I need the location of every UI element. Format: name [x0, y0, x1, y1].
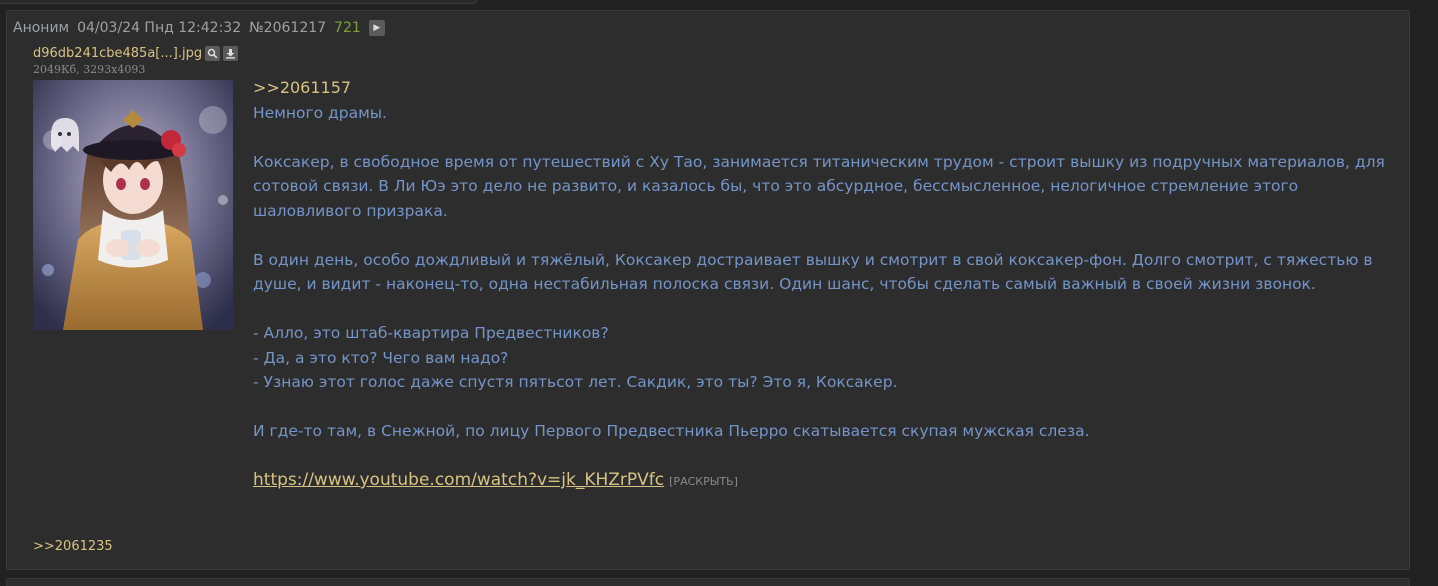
backlinks: >>2061235 — [33, 539, 113, 554]
post-text-line: И где-то там, в Снежной, по лицу Первого… — [253, 422, 1090, 440]
page: Аноним 04/03/24 Пнд 12:42:32 №2061217 72… — [0, 0, 1438, 586]
post-date: 04/03/24 Пнд 12:42:32 — [77, 20, 242, 36]
url-line: https://www.youtube.com/watch?v=jk_KHZrP… — [253, 468, 1393, 495]
post-text-line: - Да, а это кто? Чего вам надо? — [253, 348, 509, 367]
search-icon[interactable] — [205, 45, 221, 61]
post-thumbnail-image[interactable] — [33, 80, 233, 330]
expand-button[interactable]: [РАСКРЫТЬ] — [669, 475, 738, 488]
post: Аноним 04/03/24 Пнд 12:42:32 №2061217 72… — [6, 10, 1410, 570]
download-icon[interactable] — [223, 45, 239, 61]
file-meta: 2049Кб, 3293x4093 — [33, 63, 146, 76]
poster-name: Аноним — [13, 20, 70, 36]
next-post-edge — [6, 578, 1410, 586]
post-text-line: - Узнаю этот голос даже спустя пятьсот л… — [253, 373, 898, 391]
post-body: >>2061157 Немного драмы. Коксакер, в сво… — [253, 76, 1393, 495]
post-header: Аноним 04/03/24 Пнд 12:42:32 №2061217 72… — [13, 17, 385, 39]
backlink[interactable]: >>2061235 — [33, 539, 113, 554]
previous-post-edge — [0, 0, 477, 4]
youtube-link[interactable]: https://www.youtube.com/watch?v=jk_KHZrP… — [253, 470, 664, 490]
file-name-link[interactable]: d96db241cbe485a[...].jpg — [33, 46, 202, 61]
post-text-line: Немного драмы. — [253, 103, 387, 122]
file-line: d96db241cbe485a[...].jpg — [33, 43, 239, 63]
file-info: d96db241cbe485a[...].jpg 2049Кб, 3293x40… — [33, 43, 239, 77]
post-text-paragraph: Коксакер, в свободное время от путешеств… — [253, 152, 1385, 220]
post-number[interactable]: №2061217 — [249, 20, 326, 36]
reply-reference-link[interactable]: >>2061157 — [253, 78, 351, 97]
post-text-paragraph: В один день, особо дождливый и тяжёлый, … — [253, 250, 1373, 294]
post-text-line: - Алло, это штаб-квартира Предвестников? — [253, 324, 609, 342]
play-icon[interactable]: ▶ — [368, 20, 385, 36]
post-count: 721 — [334, 20, 361, 36]
